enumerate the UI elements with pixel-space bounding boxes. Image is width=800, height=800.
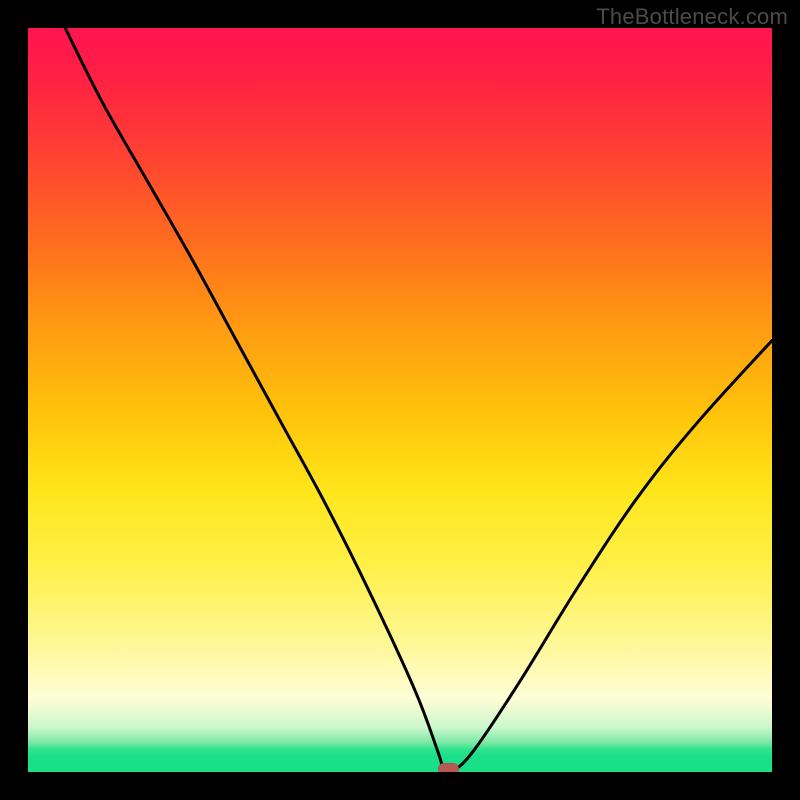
plot-area [28,28,772,772]
bottleneck-curve-path [65,28,772,772]
curve-svg [28,28,772,772]
watermark-text: TheBottleneck.com [596,4,788,30]
chart-frame: TheBottleneck.com [0,0,800,800]
optimal-point-marker [438,763,459,772]
